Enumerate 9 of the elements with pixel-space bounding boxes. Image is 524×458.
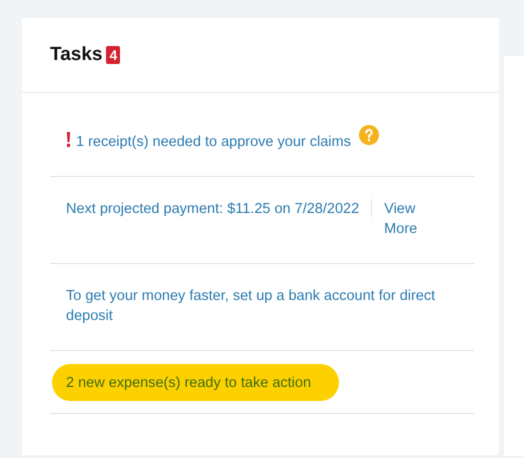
task-link[interactable]: 1 receipt(s) needed to approve your claims xyxy=(76,132,351,152)
exclamation-icon xyxy=(66,132,71,147)
task-link[interactable]: To get your money faster, set up a bank account for direct deposit xyxy=(66,286,438,326)
card-title: Tasks xyxy=(50,44,102,66)
help-icon[interactable] xyxy=(358,125,379,145)
count-badge: 4 xyxy=(106,46,120,64)
highlighted-task-link[interactable]: 2 new expense(s) ready to take action xyxy=(52,364,340,401)
view-more-link[interactable]: View More xyxy=(384,199,426,239)
task-link[interactable]: Next projected payment: $11.25 on 7/28/2022 xyxy=(66,199,360,219)
